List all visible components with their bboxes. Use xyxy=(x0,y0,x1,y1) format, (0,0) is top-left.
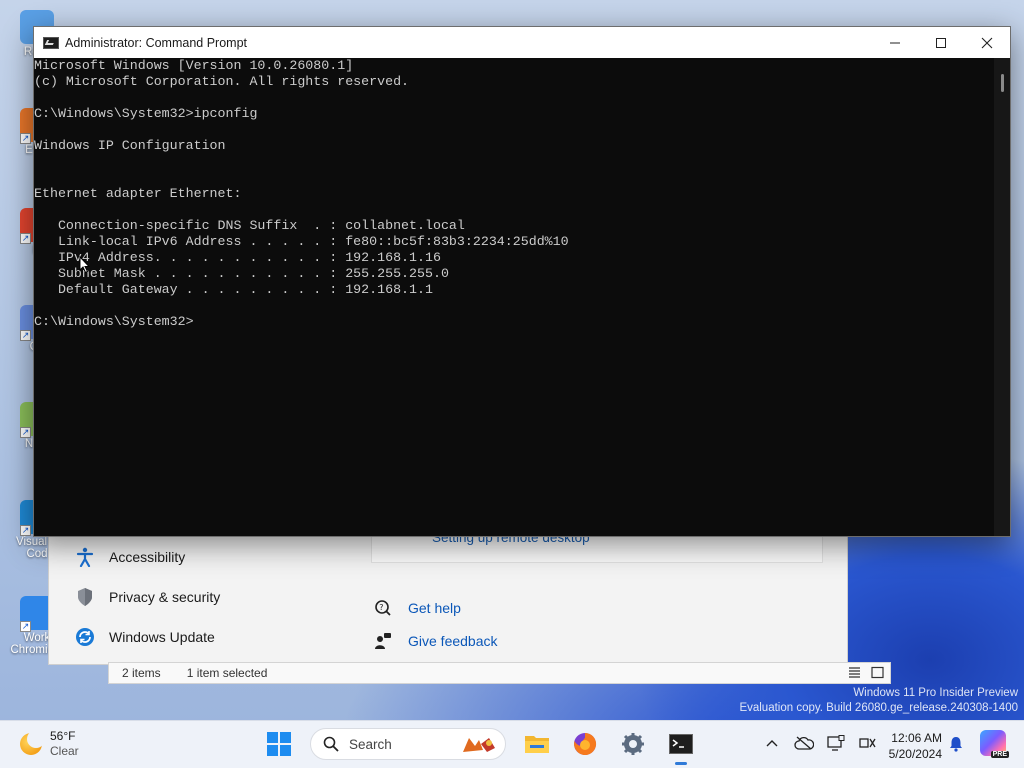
taskbar-file-explorer[interactable] xyxy=(520,727,554,761)
vertical-scrollbar[interactable] xyxy=(994,58,1010,536)
console-line: Link-local IPv6 Address . . . . . : fe80… xyxy=(34,234,569,249)
minimize-icon xyxy=(890,42,900,43)
shortcut-arrow-icon: ↗ xyxy=(20,427,31,438)
command-prompt-icon xyxy=(669,734,693,754)
start-button[interactable] xyxy=(262,727,296,761)
get-help-link[interactable]: ? Get help xyxy=(374,599,461,617)
explorer-status-bar: 2 items 1 item selected xyxy=(108,662,891,684)
scrollbar-thumb[interactable] xyxy=(1001,74,1004,92)
maximize-button[interactable] xyxy=(918,27,964,58)
console-line: Microsoft Windows [Version 10.0.26080.1] xyxy=(34,58,354,73)
firefox-icon xyxy=(574,732,597,755)
shortcut-arrow-icon: ↗ xyxy=(20,233,31,244)
accessibility-icon xyxy=(75,547,95,567)
selection-count: 1 item selected xyxy=(186,666,268,680)
console-line: Subnet Mask . . . . . . . . . . . : 255.… xyxy=(34,266,449,281)
console-line: Connection-specific DNS Suffix . : colla… xyxy=(34,218,465,233)
close-icon xyxy=(981,37,993,48)
console-line: (c) Microsoft Corporation. All rights re… xyxy=(34,74,410,89)
settings-nav-accessibility[interactable]: Accessibility xyxy=(75,547,185,567)
taskbar: 56°F Clear Search 12:06 AM 5/20/2024 PRE xyxy=(0,720,1024,768)
tiles-view-icon[interactable] xyxy=(871,666,884,679)
console-line: C:\Windows\System32> xyxy=(34,314,194,329)
feedback-icon xyxy=(374,632,392,650)
system-tray xyxy=(762,733,878,753)
search-placeholder: Search xyxy=(349,736,392,752)
item-count: 2 items xyxy=(122,666,161,680)
console-output[interactable]: Microsoft Windows [Version 10.0.26080.1]… xyxy=(34,58,994,536)
svg-text:?: ? xyxy=(379,603,383,612)
shortcut-arrow-icon: ↗ xyxy=(20,621,31,632)
taskbar-settings[interactable] xyxy=(616,727,650,761)
evaluation-watermark: Windows 11 Pro Insider Preview Evaluatio… xyxy=(739,686,1018,716)
file-explorer-icon xyxy=(525,736,549,753)
shield-icon xyxy=(75,587,95,607)
copilot-icon[interactable]: PRE xyxy=(980,730,1009,758)
watermark-line2: Evaluation copy. Build 26080.ge_release.… xyxy=(739,702,1018,714)
maximize-icon xyxy=(936,37,946,48)
console-line: Default Gateway . . . . . . . . . : 192.… xyxy=(34,282,433,297)
get-help-label: Get help xyxy=(408,600,461,616)
settings-nav-label: Windows Update xyxy=(109,629,215,645)
search-icon xyxy=(323,736,339,752)
title-bar[interactable]: Administrator: Command Prompt xyxy=(34,27,1010,58)
console-line: Ethernet adapter Ethernet: xyxy=(34,186,242,201)
settings-window: Accessibility Privacy & security Windows… xyxy=(48,530,848,665)
settings-nav-label: Accessibility xyxy=(109,549,186,565)
minimize-button[interactable] xyxy=(872,27,918,58)
gear-icon xyxy=(622,733,644,755)
copilot-preview-badge: PRE xyxy=(990,751,1009,758)
notification-bell-icon[interactable] xyxy=(948,736,964,752)
get-help-icon: ? xyxy=(374,599,392,617)
weather-condition: Clear xyxy=(50,744,79,758)
console-line: IPv4 Address. . . . . . . . . . . : 192.… xyxy=(34,250,441,265)
clock-time: 12:06 AM xyxy=(891,731,942,745)
close-button[interactable] xyxy=(964,27,1010,58)
taskbar-clock[interactable]: 12:06 AM 5/20/2024 xyxy=(878,730,942,762)
settings-nav-label: Privacy & security xyxy=(109,589,221,605)
display-icon[interactable] xyxy=(826,733,846,753)
give-feedback-link[interactable]: Give feedback xyxy=(374,632,498,650)
weather-moon-icon xyxy=(20,730,45,755)
cmd-app-icon xyxy=(43,36,59,49)
shortcut-arrow-icon: ↗ xyxy=(20,330,31,341)
clock-date: 5/20/2024 xyxy=(888,747,942,761)
mouse-cursor-icon xyxy=(79,256,91,274)
taskbar-firefox[interactable] xyxy=(568,727,602,761)
taskbar-command-prompt[interactable] xyxy=(664,727,698,765)
give-feedback-label: Give feedback xyxy=(408,633,498,649)
details-view-icon[interactable] xyxy=(848,666,861,679)
command-prompt-window[interactable]: Administrator: Command Prompt Microsoft … xyxy=(33,26,1011,537)
weather-widget[interactable]: 56°F Clear xyxy=(20,729,79,759)
console-line: C:\Windows\System32>ipconfig xyxy=(34,106,258,121)
console-line: Windows IP Configuration xyxy=(34,138,226,153)
settings-nav-windows-update[interactable]: Windows Update xyxy=(75,627,215,647)
show-hidden-icons-chevron-up-icon[interactable] xyxy=(762,733,782,753)
onedrive-offline-icon[interactable] xyxy=(794,733,814,753)
search-highlight-icon xyxy=(463,738,495,752)
network-sound-icon[interactable] xyxy=(858,733,878,753)
shortcut-arrow-icon: ↗ xyxy=(20,133,31,144)
windows-logo-icon xyxy=(267,732,291,756)
settings-nav-privacy-security[interactable]: Privacy & security xyxy=(75,587,220,607)
window-title: Administrator: Command Prompt xyxy=(65,35,248,50)
taskbar-search[interactable]: Search xyxy=(310,728,506,760)
weather-temp: 56°F xyxy=(50,729,76,743)
windows-update-icon xyxy=(75,627,95,647)
shortcut-arrow-icon: ↗ xyxy=(20,525,31,536)
watermark-line1: Windows 11 Pro Insider Preview xyxy=(853,687,1018,699)
